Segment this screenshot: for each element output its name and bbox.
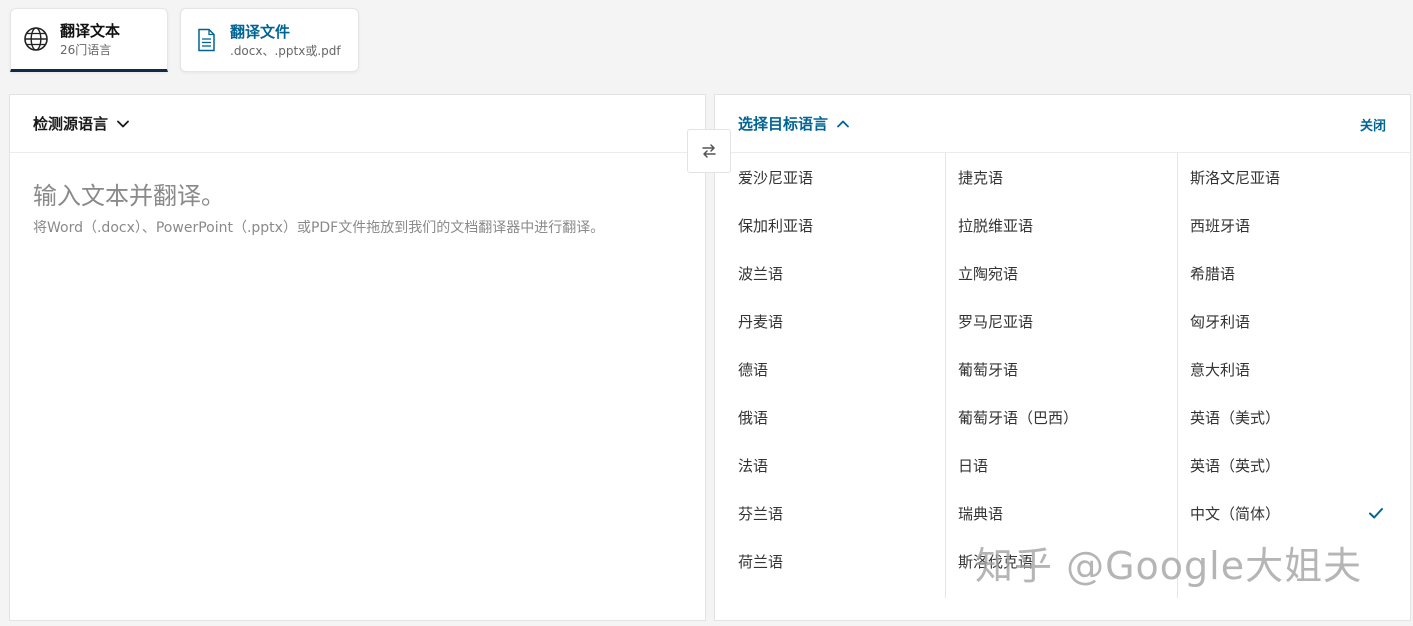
language-option[interactable]: 爱沙尼亚语: [715, 153, 945, 201]
chevron-down-icon: [117, 120, 129, 127]
language-option[interactable]: 波兰语: [715, 249, 945, 297]
language-option-selected[interactable]: 中文（简体）: [1178, 489, 1410, 537]
checkmark-icon: [1369, 508, 1383, 519]
language-option[interactable]: 荷兰语: [715, 537, 945, 585]
language-option[interactable]: 西班牙语: [1178, 201, 1410, 249]
target-panel: 选择目标语言 关闭 爱沙尼亚语 保加利亚语 波兰语 丹麦语 德语 俄语 法语 芬…: [714, 94, 1411, 621]
language-column-1: 爱沙尼亚语 保加利亚语 波兰语 丹麦语 德语 俄语 法语 芬兰语 荷兰语: [715, 153, 946, 598]
language-option[interactable]: 葡萄牙语（巴西）: [946, 393, 1177, 441]
target-language-dropdown[interactable]: 选择目标语言: [738, 113, 850, 134]
tab-subtitle: 26门语言: [60, 42, 112, 57]
language-option[interactable]: 匈牙利语: [1178, 297, 1410, 345]
language-option[interactable]: 葡萄牙语: [946, 345, 1177, 393]
language-option[interactable]: 俄语: [715, 393, 945, 441]
translation-mode-tabs: 翻译文本 26门语言 翻译文件 .docx、.pptx或.pdf: [10, 8, 370, 74]
tab-title: 翻译文本: [60, 21, 121, 40]
selected-language-label: 中文（简体）: [1190, 504, 1281, 523]
drag-drop-hint: 将Word（.docx）、PowerPoint（.pptx）或PDF文件拖放到我…: [33, 220, 605, 236]
source-text-area[interactable]: 输入文本并翻译。 将Word（.docx）、PowerPoint（.pptx）或…: [10, 153, 705, 237]
language-option[interactable]: 法语: [715, 441, 945, 489]
swap-arrows-icon: [702, 144, 716, 158]
language-option[interactable]: 斯洛文尼亚语: [1178, 153, 1410, 201]
source-panel: 检测源语言 输入文本并翻译。 将Word（.docx）、PowerPoint（.…: [9, 94, 706, 621]
target-language-label: 选择目标语言: [738, 115, 829, 133]
language-option[interactable]: 德语: [715, 345, 945, 393]
source-language-dropdown[interactable]: 检测源语言: [33, 113, 130, 134]
language-option[interactable]: 意大利语: [1178, 345, 1410, 393]
language-option[interactable]: 英语（美式）: [1178, 393, 1410, 441]
target-language-list: 爱沙尼亚语 保加利亚语 波兰语 丹麦语 德语 俄语 法语 芬兰语 荷兰语 捷克语…: [715, 153, 1410, 598]
language-option[interactable]: 英语（英式）: [1178, 441, 1410, 489]
language-option[interactable]: 日语: [946, 441, 1177, 489]
chevron-up-icon: [837, 120, 849, 127]
source-panel-header: 检测源语言: [10, 95, 705, 153]
source-language-label: 检测源语言: [33, 115, 109, 133]
tab-subtitle: .docx、.pptx或.pdf: [230, 43, 341, 58]
language-option[interactable]: 立陶宛语: [946, 249, 1177, 297]
tab-translate-files[interactable]: 翻译文件 .docx、.pptx或.pdf: [180, 8, 359, 72]
swap-languages-button[interactable]: [687, 129, 731, 173]
language-option[interactable]: 保加利亚语: [715, 201, 945, 249]
language-option[interactable]: 丹麦语: [715, 297, 945, 345]
language-option[interactable]: 芬兰语: [715, 489, 945, 537]
language-option[interactable]: 捷克语: [946, 153, 1177, 201]
language-option[interactable]: 瑞典语: [946, 489, 1177, 537]
target-panel-header: 选择目标语言 关闭: [715, 95, 1410, 153]
language-column-3: 斯洛文尼亚语 西班牙语 希腊语 匈牙利语 意大利语 英语（美式） 英语（英式） …: [1178, 153, 1410, 598]
tab-translate-text[interactable]: 翻译文本 26门语言: [10, 8, 168, 72]
language-column-2: 捷克语 拉脱维亚语 立陶宛语 罗马尼亚语 葡萄牙语 葡萄牙语（巴西） 日语 瑞典…: [946, 153, 1178, 598]
language-option[interactable]: 罗马尼亚语: [946, 297, 1177, 345]
source-input-placeholder: 输入文本并翻译。: [33, 182, 225, 210]
tab-title: 翻译文件: [230, 22, 291, 41]
language-option[interactable]: 拉脱维亚语: [946, 201, 1177, 249]
language-option[interactable]: 斯洛伐克语: [946, 537, 1177, 585]
document-icon: [198, 28, 215, 52]
close-button[interactable]: 关闭: [1360, 115, 1386, 134]
language-option[interactable]: 希腊语: [1178, 249, 1410, 297]
globe-icon: [24, 27, 48, 51]
